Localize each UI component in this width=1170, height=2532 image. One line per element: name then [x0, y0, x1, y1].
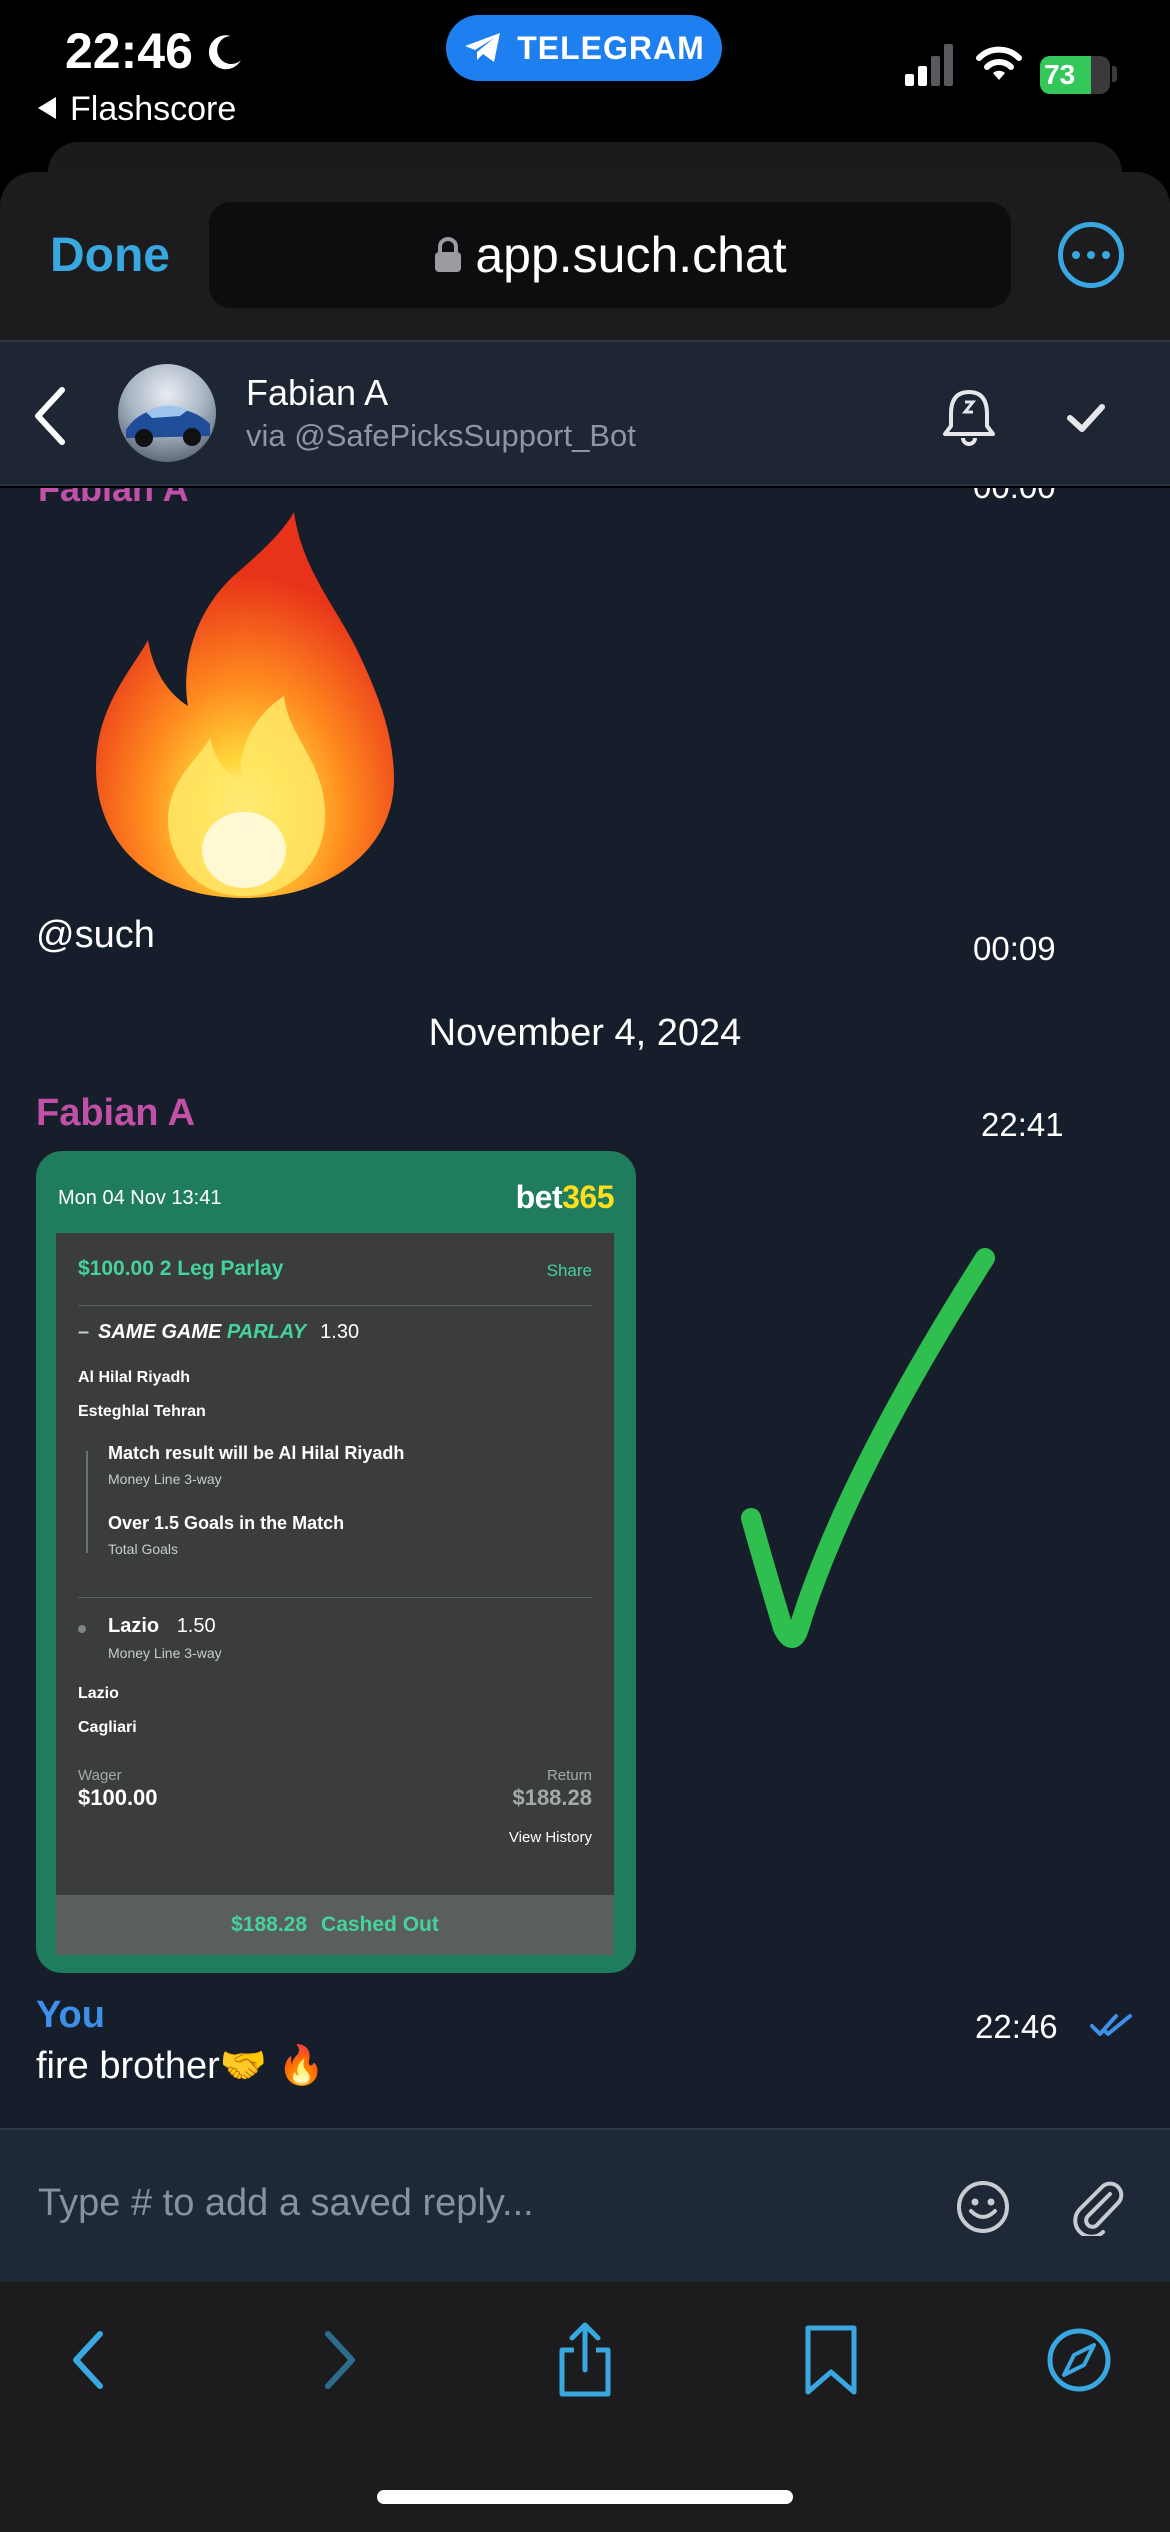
team-home: Al Hilal Riyadh — [78, 1369, 191, 1386]
message-time-partial: 00:00 — [973, 488, 1056, 506]
mention-time: 00:09 — [973, 930, 1056, 967]
sgp-text-b: PARLAY — [226, 1321, 307, 1343]
team4: Cagliari — [78, 1719, 137, 1736]
bet-slip-photo[interactable]: Mon 04 Nov 13:41 bet365 $100.00 2 Leg Pa… — [36, 1151, 636, 1973]
browser-header: Done app.such.chat — [0, 172, 1170, 340]
avatar[interactable] — [118, 364, 216, 462]
single-odds: 1.50 — [176, 1615, 216, 1637]
car-avatar-image — [126, 405, 210, 447]
selection-dot — [78, 1625, 86, 1633]
bet-logo-part-b: 365 — [562, 1179, 614, 1215]
smiley-icon[interactable] — [956, 2180, 1010, 2234]
leg1-title: Match result will be Al Hilal Riyadh — [108, 1443, 405, 1463]
done-button[interactable]: Done — [50, 228, 170, 283]
bell-sleep-icon[interactable] — [938, 380, 1000, 450]
bet-date: Mon 04 Nov 13:41 — [58, 1187, 222, 1209]
bet365-logo: bet365 — [515, 1179, 615, 1216]
photo-sender[interactable]: Fabian A — [36, 1092, 195, 1135]
green-checkmark-drawing — [741, 1248, 995, 1648]
single-subtitle: Money Line 3-way — [108, 1645, 222, 1661]
status-bar: 22:46 Flashscore TELEGRAM 73 — [0, 0, 1170, 160]
reply-message[interactable]: fire brother🤝 🔥 — [36, 2044, 325, 2088]
back-app-label: Flashscore — [70, 90, 237, 128]
message-input[interactable]: Type # to add a saved reply... — [38, 2182, 534, 2225]
leg-connector — [86, 1451, 88, 1553]
cashed-out-bar: $188.28 Cashed Out — [56, 1895, 614, 1955]
cellular-signal-icon — [905, 44, 953, 86]
sgp-odds: 1.30 — [320, 1321, 360, 1343]
reply-time: 22:46 — [975, 2008, 1058, 2045]
checkmark-icon[interactable] — [1046, 386, 1126, 450]
team-away: Esteghlal Tehran — [78, 1403, 206, 1420]
more-dot — [1087, 251, 1095, 259]
chat-header: Fabian A via @SafePicksSupport_Bot — [0, 340, 1170, 486]
wifi-icon — [976, 46, 1022, 80]
fire-sticker — [96, 512, 394, 898]
leg2-title: Over 1.5 Goals in the Match — [108, 1513, 345, 1533]
divider — [78, 1305, 592, 1306]
battery-level-text: 73 — [1044, 59, 1076, 90]
url-bar[interactable]: app.such.chat — [209, 202, 1011, 308]
chat-title: Fabian A — [246, 372, 389, 413]
return-value: $188.28 — [512, 1785, 592, 1810]
photo-time: 22:41 — [981, 1106, 1064, 1143]
telegram-pill-label: TELEGRAM — [517, 29, 705, 66]
leg2-subtitle: Total Goals — [108, 1541, 179, 1557]
paperclip-icon[interactable] — [1068, 2176, 1128, 2236]
leg1-subtitle: Money Line 3-way — [108, 1471, 222, 1487]
divider — [78, 1597, 592, 1598]
message-sender-partial: Fabian A — [38, 488, 189, 509]
bet-slip-panel: $100.00 2 Leg Parlay Share – SAME GAME PA… — [56, 1233, 614, 1955]
double-check-icon — [1090, 2014, 1132, 2036]
mention-message[interactable]: @such — [36, 914, 155, 957]
cashed-amount: $188.28 — [231, 1913, 308, 1936]
home-indicator[interactable] — [377, 2490, 793, 2504]
telegram-plane-icon — [465, 33, 501, 62]
bookmark-icon[interactable] — [796, 2320, 866, 2400]
collapse-dash: – — [78, 1321, 90, 1343]
back-arrow-icon[interactable] — [56, 2320, 126, 2400]
chevron-left-icon[interactable] — [30, 384, 70, 448]
share-link: Share — [546, 1261, 592, 1280]
return-label: Return — [546, 1767, 592, 1784]
telegram-pill[interactable]: TELEGRAM — [446, 15, 722, 81]
sgp-text-a: SAME GAME — [98, 1321, 227, 1343]
parlay-title: $100.00 2 Leg Parlay — [78, 1257, 284, 1280]
chat-subtitle: via @SafePicksSupport_Bot — [246, 418, 636, 453]
battery-indicator: 73 — [1040, 56, 1110, 94]
moon-icon — [208, 35, 241, 70]
view-history-link: View History — [508, 1829, 592, 1846]
single-team: Lazio — [108, 1615, 160, 1637]
bet-logo-part-a: bet — [515, 1179, 563, 1215]
back-to-app-link[interactable]: Flashscore — [38, 90, 236, 129]
team3: Lazio — [78, 1685, 119, 1702]
message-input-bar: Type # to add a saved reply... — [0, 2128, 1170, 2282]
url-text: app.such.chat — [475, 227, 787, 283]
more-dot — [1102, 251, 1110, 259]
back-triangle-icon — [38, 97, 56, 120]
chat-messages: Fabian A 00:00 @such 00:09 November 4, 2… — [0, 488, 1170, 2128]
same-game-parlay-label: – SAME GAME PARLAY 1.30 — [78, 1321, 592, 1344]
battery-cap — [1112, 66, 1117, 82]
more-button[interactable] — [1058, 222, 1124, 288]
forward-arrow-icon[interactable] — [302, 2320, 372, 2400]
reply-sender: You — [36, 1994, 105, 2036]
single-selection: Lazio 1.50 — [108, 1615, 592, 1638]
share-icon[interactable] — [550, 2320, 620, 2400]
status-time: 22:46 — [65, 23, 193, 79]
date-separator: November 4, 2024 — [428, 1012, 742, 1054]
lock-icon — [435, 237, 462, 272]
more-dot — [1072, 251, 1080, 259]
cashed-label: Cashed Out — [321, 1913, 439, 1936]
compass-icon[interactable] — [1044, 2320, 1114, 2400]
